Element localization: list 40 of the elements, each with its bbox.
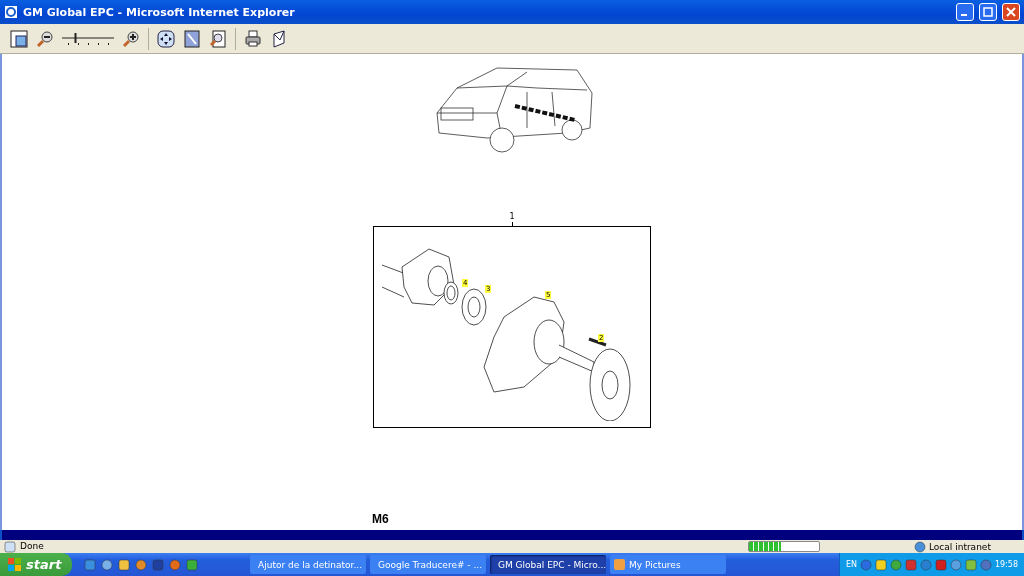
minimize-button[interactable] <box>956 3 974 21</box>
clock: 19:58 <box>994 560 1018 569</box>
launcher-icon[interactable] <box>135 558 147 571</box>
zone-text: Local intranet <box>929 541 991 552</box>
app-icon <box>614 559 625 570</box>
print-button[interactable] <box>242 27 264 50</box>
start-button[interactable]: start <box>0 553 72 576</box>
taskbar-button[interactable]: GM Global EPC - Micro... <box>490 555 606 574</box>
launcher-icon[interactable] <box>169 558 181 571</box>
maximize-icon <box>983 7 993 17</box>
pan-button[interactable] <box>155 27 177 50</box>
tray-icon[interactable] <box>934 558 947 571</box>
page-label: M6 <box>372 512 389 526</box>
fit-page-button[interactable] <box>8 27 30 50</box>
launcher-icon[interactable] <box>118 558 130 571</box>
language-indicator[interactable]: EN <box>845 560 857 569</box>
tray-icon[interactable] <box>859 558 872 571</box>
picture-button[interactable] <box>181 27 203 50</box>
launcher-icon[interactable] <box>186 558 198 571</box>
launcher-icon[interactable] <box>152 558 164 571</box>
maximize-button[interactable] <box>979 3 997 21</box>
tray-icon[interactable] <box>979 558 992 571</box>
tray-icon[interactable] <box>904 558 917 571</box>
taskbar-button[interactable]: My Pictures <box>610 555 726 574</box>
assembly-number: 1 <box>509 212 515 222</box>
close-icon <box>1006 7 1016 17</box>
tray-icon[interactable] <box>949 558 962 571</box>
launcher-icon[interactable] <box>84 558 96 571</box>
close-button[interactable] <box>1002 3 1020 21</box>
status-text: Done <box>20 540 45 553</box>
tray-icon[interactable] <box>889 558 902 571</box>
magnifier-page-button[interactable] <box>207 27 229 50</box>
tray-icon[interactable] <box>964 558 977 571</box>
windows-logo-icon <box>8 557 22 572</box>
taskbar-button[interactable]: Ajutor de la detinator... <box>250 555 366 574</box>
window-title: GM Global EPC - Microsoft Internet Explorer <box>23 5 296 19</box>
launcher-icon[interactable] <box>101 558 113 571</box>
taskbar-button[interactable]: Google Traducere# - ... <box>370 555 486 574</box>
tray-icon[interactable] <box>874 558 887 571</box>
tray-icon[interactable] <box>919 558 932 571</box>
